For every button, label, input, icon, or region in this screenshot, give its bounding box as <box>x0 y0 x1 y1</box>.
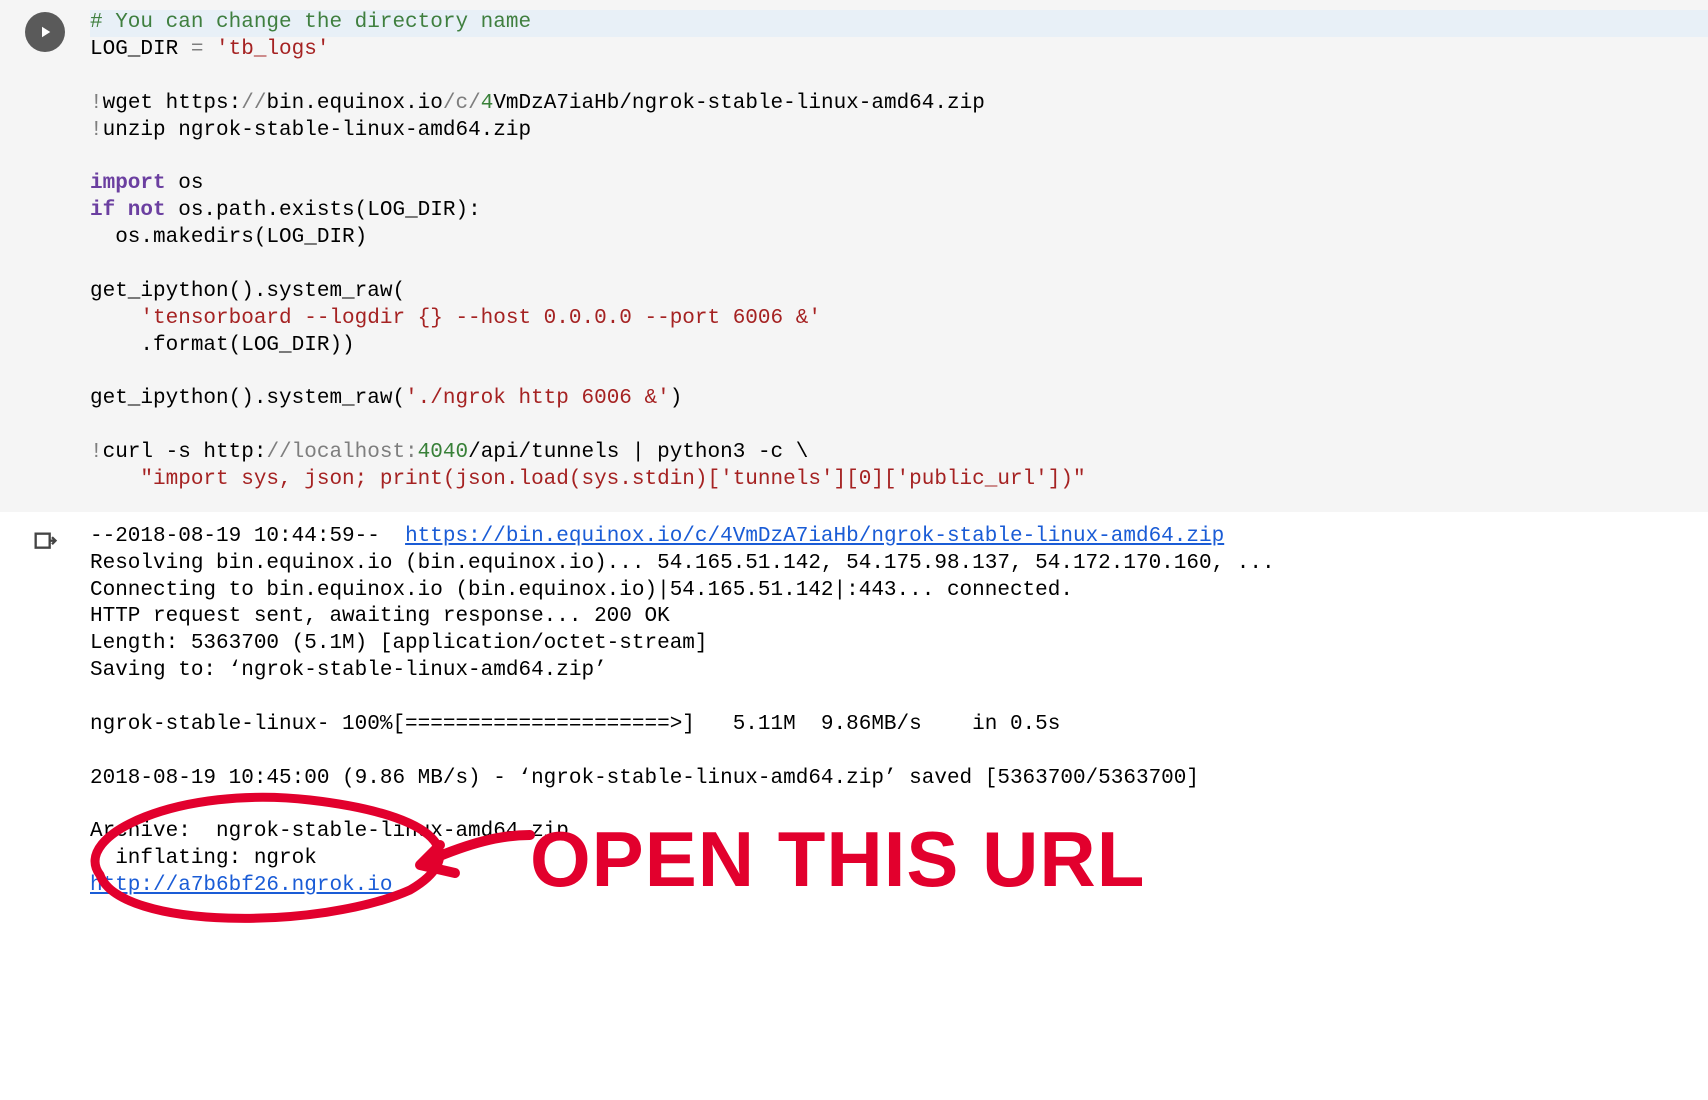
code-comment: # You can change the directory name <box>90 11 531 34</box>
code-gutter <box>0 0 90 512</box>
output-expand-button[interactable] <box>30 528 60 558</box>
output-gutter <box>0 512 90 924</box>
play-icon <box>36 23 54 41</box>
annotation-label: OPEN THIS URL <box>530 814 1145 905</box>
run-cell-button[interactable] <box>25 12 65 52</box>
code-editor[interactable]: # You can change the directory name LOG_… <box>90 0 1708 512</box>
output-link-ngrok[interactable]: http://a7b6bf26.ngrok.io <box>90 874 392 897</box>
code-cell: # You can change the directory name LOG_… <box>0 0 1708 512</box>
output-link-download[interactable]: https://bin.equinox.io/c/4VmDzA7iaHb/ngr… <box>405 525 1224 548</box>
output-icon <box>31 529 59 557</box>
